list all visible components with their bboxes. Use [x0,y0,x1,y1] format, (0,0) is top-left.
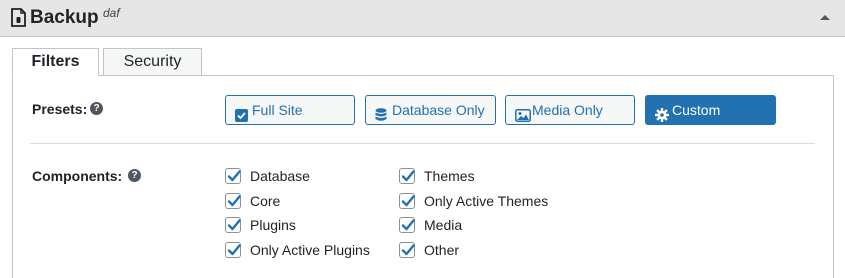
checkbox-icon [235,103,249,122]
collapse-toggle-button[interactable] [815,9,835,27]
checkbox-box[interactable] [399,242,415,258]
preset-custom-label: Custom [672,102,721,118]
tab-filters[interactable]: Filters [12,48,99,76]
checkbox-box[interactable] [225,242,241,258]
tab-security[interactable]: Security [103,48,202,76]
database-icon [375,103,389,121]
checkbox-box[interactable] [399,217,415,233]
component-only-active-plugins-label: Only Active Plugins [250,242,370,258]
checkbox-box[interactable] [399,168,415,184]
preset-database-only-button[interactable]: Database Only [365,95,496,125]
checkmark-icon [227,195,241,207]
checkmark-icon [227,219,241,231]
presets-label: Presets: [32,101,88,117]
panel-title: Backup [30,7,99,28]
preset-media-only-label: Media Only [532,102,603,118]
file-icon [11,8,26,27]
divider [30,143,815,144]
preset-custom-button[interactable]: Custom [645,95,776,125]
checkmark-icon [401,219,415,231]
checkmark-icon [401,244,415,256]
panel-subtitle: daf [103,6,120,20]
caret-up-icon [820,15,830,20]
image-icon [515,103,531,122]
component-core-label: Core [250,193,281,209]
checkbox-box[interactable] [225,168,241,184]
gear-icon [655,103,669,122]
component-database-label: Database [250,168,310,184]
component-plugins-label: Plugins [250,217,296,233]
checkbox-box[interactable] [225,217,241,233]
preset-full-site-button[interactable]: Full Site [225,95,355,125]
component-media-label: Media [424,217,463,233]
panel-header: Backup daf [0,0,845,37]
checkmark-icon [401,195,415,207]
preset-database-only-label: Database Only [392,102,485,118]
components-help-icon[interactable]: ? [128,169,141,182]
component-only-active-themes-label: Only Active Themes [424,193,549,209]
component-themes-label: Themes [424,168,475,184]
preset-full-site-label: Full Site [252,102,303,118]
checkbox-box[interactable] [225,193,241,209]
checkmark-icon [227,244,241,256]
checkmark-icon [227,170,241,182]
preset-media-only-button[interactable]: Media Only [505,95,635,125]
checkmark-icon [401,170,415,182]
component-other-label: Other [424,242,460,258]
checkbox-box[interactable] [399,193,415,209]
components-label: Components: [32,168,123,184]
presets-help-icon[interactable]: ? [90,102,103,115]
